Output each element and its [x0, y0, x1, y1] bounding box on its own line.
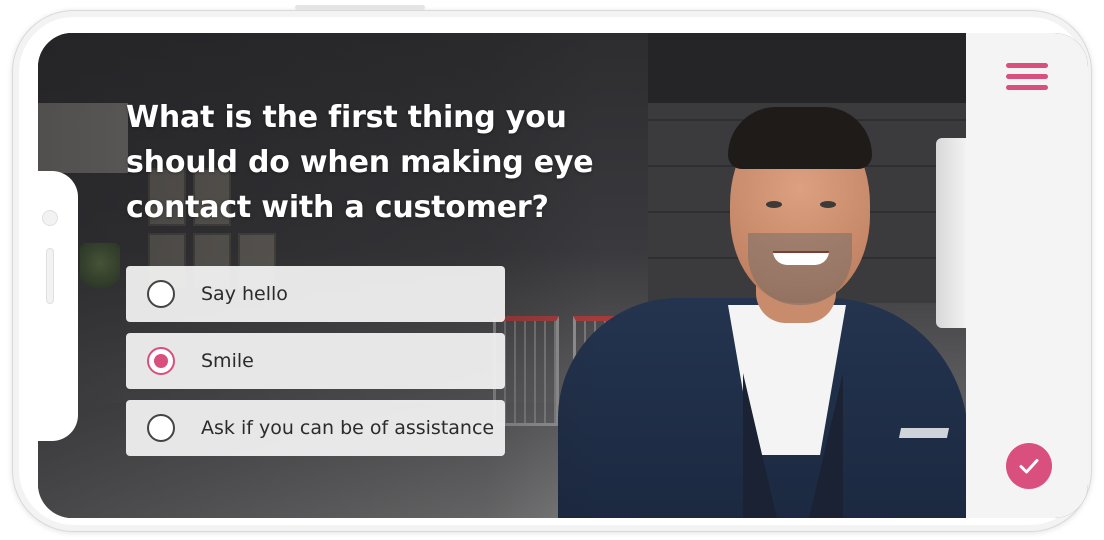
- radio-dot-icon: [154, 354, 168, 368]
- answer-option-ask-assistance[interactable]: Ask if you can be of assistance: [126, 400, 505, 456]
- presenter-smile: [773, 251, 829, 265]
- menu-bar: [1006, 85, 1048, 90]
- answer-option-label: Smile: [201, 350, 254, 372]
- question-text: What is the first thing you should do wh…: [126, 100, 594, 225]
- menu-bar: [1006, 74, 1048, 79]
- answer-option-label: Ask if you can be of assistance: [201, 417, 495, 439]
- answer-option-label: Say hello: [201, 283, 288, 305]
- phone-top-sensor: [295, 5, 425, 10]
- presenter-hair: [728, 107, 872, 169]
- presenter-pocket-square: [898, 428, 950, 438]
- checkmark-icon: [1019, 459, 1039, 474]
- camera-icon: [42, 210, 58, 226]
- answer-option-say-hello[interactable]: Say hello: [126, 266, 505, 322]
- menu-bar: [1006, 63, 1048, 68]
- app-screen: What is the first thing you should do wh…: [38, 33, 1088, 518]
- answer-option-smile[interactable]: Smile: [126, 333, 505, 389]
- submit-button[interactable]: [1006, 443, 1052, 489]
- speaker-icon: [46, 248, 54, 304]
- sidebar: [966, 33, 1088, 518]
- presenter-eye: [820, 201, 836, 208]
- presenter-eye: [766, 201, 782, 208]
- answer-options: Say hello Smile Ask if you can be of ass…: [126, 266, 505, 467]
- radio-button[interactable]: [147, 414, 175, 442]
- radio-button[interactable]: [147, 280, 175, 308]
- radio-button[interactable]: [147, 347, 175, 375]
- hamburger-menu-icon[interactable]: [1006, 63, 1050, 95]
